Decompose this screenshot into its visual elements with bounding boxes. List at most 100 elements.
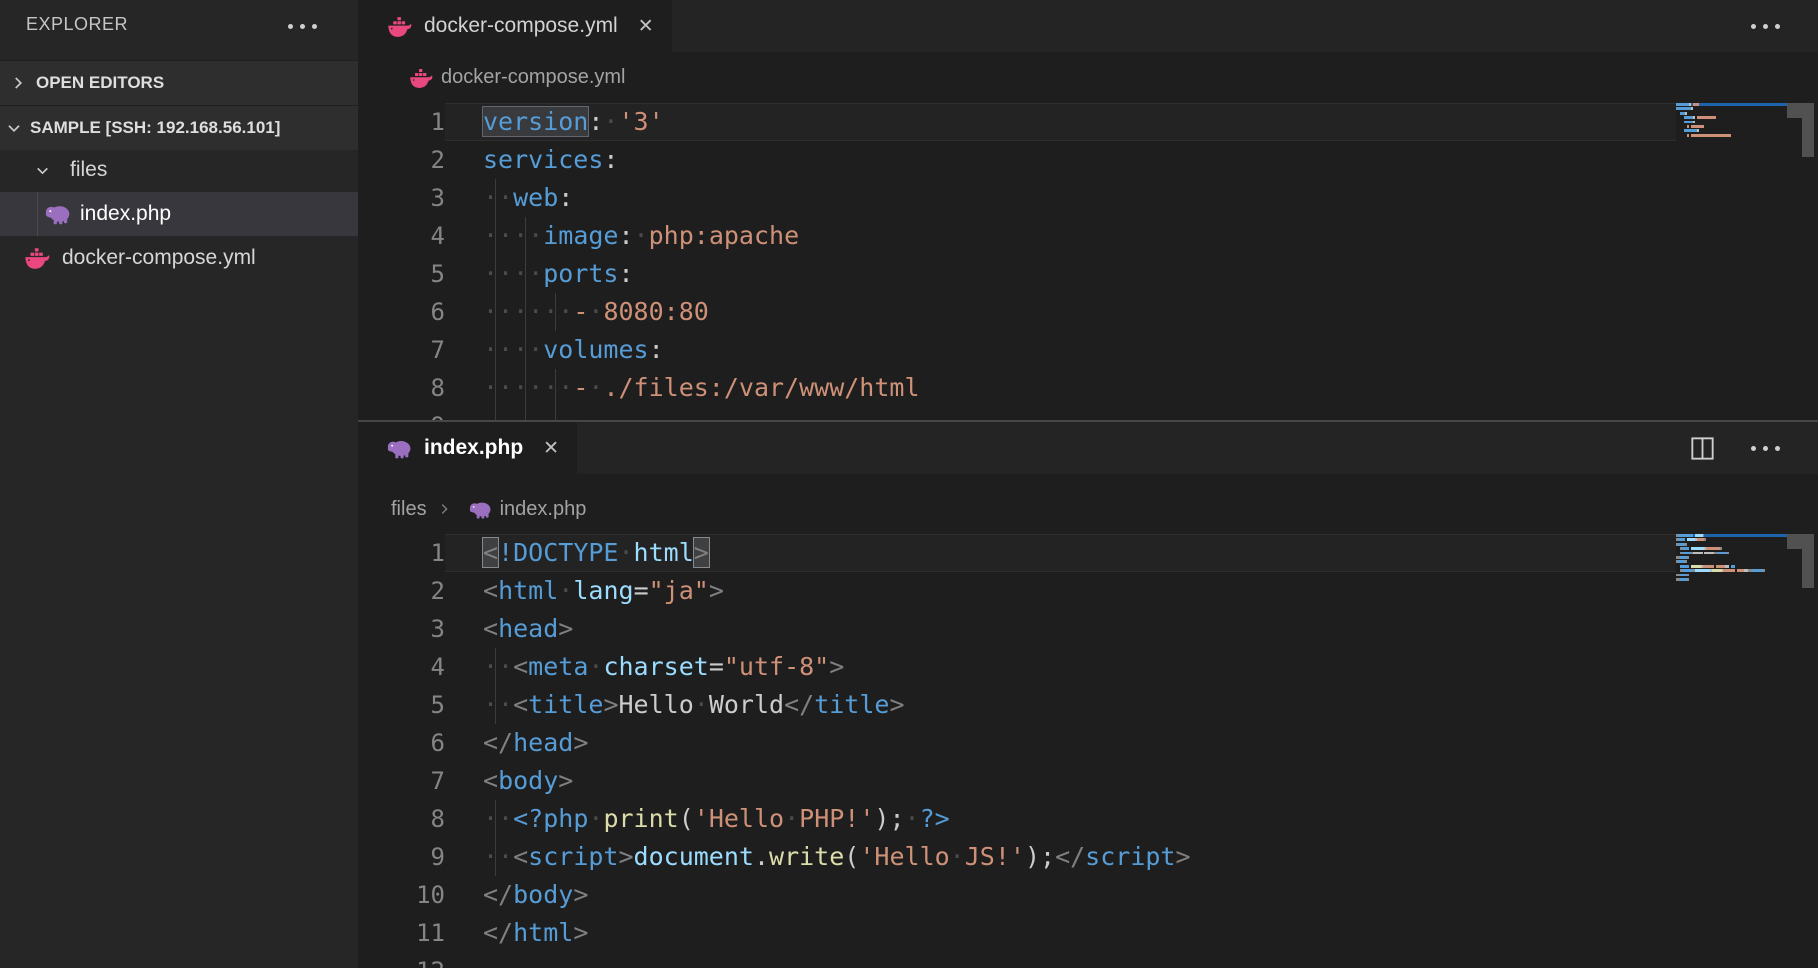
editor-group-index-php: index.php ✕ files index.php [358,422,1818,968]
section-open-editors[interactable]: OPEN EDITORS [0,60,358,105]
tree-item-index-php[interactable]: index.php [0,192,358,236]
code-line-9[interactable]: 9 [358,407,1676,420]
breadcrumb-item-folder[interactable]: files [391,498,427,521]
code-line-text: <!DOCTYPE·html> [445,534,1676,572]
code-line-10[interactable]: 10</body> [358,876,1676,914]
code-line-text: ··web: [445,179,1676,217]
line-number: 7 [358,331,445,369]
code-line-6[interactable]: 6······-·8080:80 [358,293,1676,331]
tree-item-docker-compose-yml[interactable]: docker-compose.yml [0,236,358,280]
docker-whale-icon [24,247,50,269]
ellipsis-icon [288,24,317,29]
tree-item-label: index.php [80,202,171,226]
tab-index-php[interactable]: index.php ✕ [358,422,577,474]
code-line-text: ····image:·php:apache [445,217,1676,255]
minimap[interactable] [1676,534,1788,582]
minimap-line [1676,103,1788,106]
tree-item-label: docker-compose.yml [62,246,256,270]
breadcrumb-item-file[interactable]: index.php [500,498,587,521]
scrollbar-thumb[interactable] [1802,103,1814,157]
tree-item-files-folder[interactable]: files [0,148,358,192]
line-number: 8 [358,369,445,407]
explorer-more-actions-icon[interactable] [288,24,317,29]
tree-indent-guide [37,192,38,236]
line-number: 2 [358,141,445,179]
code-line-12[interactable]: 12 [358,952,1676,968]
line-number: 9 [358,838,445,876]
minimap-line [1676,534,1788,537]
code-line-text: ··<meta·charset="utf-8"> [445,648,1676,686]
line-number: 2 [358,572,445,610]
line-number: 8 [358,800,445,838]
code-line-text [445,407,1676,420]
chevron-right-icon [8,73,28,93]
code-line-7[interactable]: 7<body> [358,762,1676,800]
code-line-8[interactable]: 8······-·./files:/var/www/html [358,369,1676,407]
code-line-11[interactable]: 11</html> [358,914,1676,952]
breadcrumb-item-file[interactable]: docker-compose.yml [441,66,626,89]
vscode-window: EXPLORER OPEN EDITORS SAMPLE [SSH: 192.1… [0,0,1818,968]
code-line-text: services: [445,141,1676,179]
close-icon[interactable]: ✕ [638,15,654,37]
scrollbar-thumb[interactable] [1802,534,1814,588]
code-line-text: ······-·./files:/var/www/html [445,369,1676,407]
section-workspace-root[interactable]: SAMPLE [SSH: 192.168.56.101] [0,105,358,150]
line-number: 4 [358,217,445,255]
code-line-1[interactable]: 1<!DOCTYPE·html> [358,534,1676,572]
code-line-text: ··<script>document.write('Hello·JS!');</… [445,838,1676,876]
minimap-line [1676,569,1788,572]
line-number: 9 [358,407,445,420]
code-line-text: <html·lang="ja"> [445,572,1676,610]
code-line-8[interactable]: 8··<?php·print('Hello·PHP!');·?> [358,800,1676,838]
code-line-1[interactable]: 1version:·'3' [358,103,1676,141]
php-elephant-icon [386,437,412,459]
ellipsis-icon [1751,24,1780,29]
code-line-5[interactable]: 5··<title>Hello·World</title> [358,686,1676,724]
code-line-6[interactable]: 6</head> [358,724,1676,762]
line-number: 4 [358,648,445,686]
code-line-3[interactable]: 3··web: [358,179,1676,217]
more-actions-icon[interactable] [1751,24,1780,29]
code-line-text: <head> [445,610,1676,648]
minimap-line [1676,560,1788,563]
code-line-4[interactable]: 4··<meta·charset="utf-8"> [358,648,1676,686]
code-line-9[interactable]: 9··<script>document.write('Hello·JS!');<… [358,838,1676,876]
minimap-line [1676,547,1788,550]
minimap-line [1676,552,1788,555]
line-number: 3 [358,179,445,217]
chevron-down-icon [32,160,52,180]
chevron-down-icon [4,118,24,138]
code-line-5[interactable]: 5····ports: [358,255,1676,293]
line-number: 12 [358,952,445,968]
section-label: SAMPLE [SSH: 192.168.56.101] [30,118,280,138]
minimap[interactable] [1676,103,1788,138]
line-number: 6 [358,724,445,762]
close-icon[interactable]: ✕ [543,437,559,459]
line-number: 1 [358,103,445,141]
tab-bar: docker-compose.yml ✕ [358,0,1818,52]
tab-label: docker-compose.yml [424,14,618,38]
code-editor-php[interactable]: 1<!DOCTYPE·html>2<html·lang="ja">3<head>… [358,534,1818,968]
minimap-line [1676,578,1788,581]
code-line-4[interactable]: 4····image:·php:apache [358,217,1676,255]
code-editor-yaml[interactable]: 1version:·'3'2services:3··web:4····image… [358,103,1818,420]
code-line-2[interactable]: 2services: [358,141,1676,179]
minimap-line [1676,125,1788,128]
minimap-line [1676,538,1788,541]
code-line-text: </head> [445,724,1676,762]
minimap-line [1676,543,1788,546]
tab-docker-compose-yml[interactable]: docker-compose.yml ✕ [358,0,672,52]
minimap-line [1676,107,1788,110]
code-line-text: ····volumes: [445,331,1676,369]
split-editor-icon[interactable] [1690,436,1715,461]
minimap-line [1676,556,1788,559]
more-actions-icon[interactable] [1751,446,1780,451]
code-line-7[interactable]: 7····volumes: [358,331,1676,369]
tab-label: index.php [424,436,523,460]
code-line-3[interactable]: 3<head> [358,610,1676,648]
line-number: 3 [358,610,445,648]
code-line-text: version:·'3' [445,103,1676,141]
code-line-2[interactable]: 2<html·lang="ja"> [358,572,1676,610]
line-number: 5 [358,686,445,724]
minimap-line [1676,129,1788,132]
